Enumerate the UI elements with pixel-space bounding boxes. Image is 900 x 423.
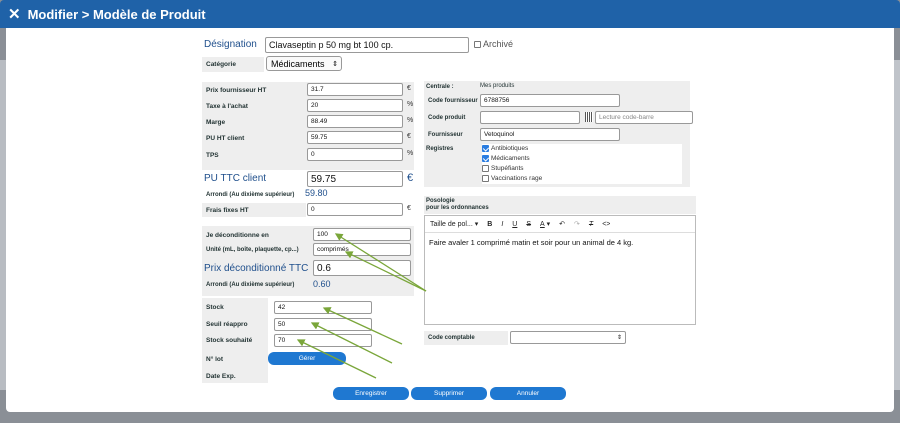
form-panel: Désignation Clavaseptin p 50 mg bt 100 c… xyxy=(6,28,894,412)
arrow-line xyxy=(344,251,427,292)
arrow-line xyxy=(322,307,403,345)
annotation-arrows xyxy=(296,233,427,379)
close-icon[interactable]: ✕ xyxy=(8,5,21,23)
dialog-title: Modifier > Modèle de Produit xyxy=(27,6,206,22)
arrow-line xyxy=(310,322,393,364)
arrow-line xyxy=(296,339,377,379)
background-edge-right xyxy=(894,60,900,390)
arrow-line xyxy=(334,233,427,292)
dialog-title-bar: ✕ Modifier > Modèle de Produit xyxy=(0,0,900,28)
